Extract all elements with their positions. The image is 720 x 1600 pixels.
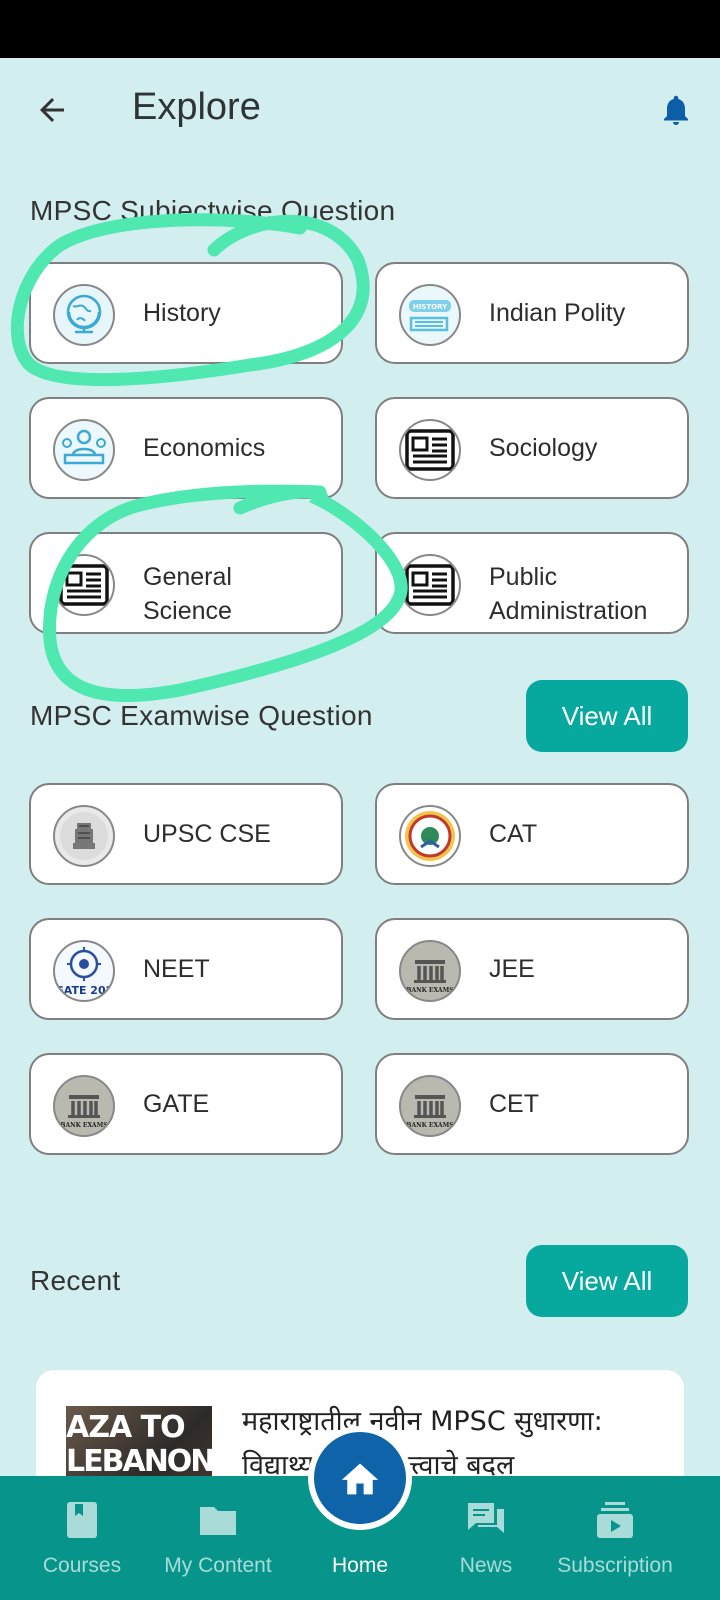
subscription-icon: [597, 1502, 633, 1538]
newspaper-icon: [399, 554, 461, 616]
subject-card-indian-polity[interactable]: HISTORY Indian Polity: [375, 262, 689, 364]
bank-icon: BANK EXAMS: [53, 1075, 115, 1137]
thumbnail-text-line1: AZA TO: [66, 1410, 186, 1445]
exam-card-jee[interactable]: BANK EXAMS JEE: [375, 918, 689, 1020]
folder-icon: [200, 1507, 236, 1535]
subject-card-history[interactable]: History: [29, 262, 343, 364]
bank-exams-text: BANK EXAMS: [406, 987, 453, 994]
subject-label: General Science: [143, 563, 232, 625]
nav-item-news[interactable]: News: [446, 1476, 526, 1600]
chat-icon: [468, 1503, 504, 1533]
thumbnail-text-line2: LEBANON: [66, 1444, 212, 1479]
nav-label: News: [459, 1554, 513, 1577]
svg-text:HISTORY: HISTORY: [413, 303, 448, 311]
examwise-view-all-button[interactable]: View All: [526, 680, 688, 752]
exam-card-cat[interactable]: CAT: [375, 783, 689, 885]
newspaper-icon: [53, 554, 115, 616]
exam-label: JEE: [489, 955, 535, 983]
exam-label: NEET: [143, 955, 210, 983]
recent-view-all-button[interactable]: View All: [526, 1245, 688, 1317]
subjectwise-section-title: MPSC Subjectwise Question: [30, 195, 396, 226]
page-title: Explore: [132, 86, 261, 128]
subject-label: Economics: [143, 434, 266, 462]
recent-section-title: Recent: [30, 1265, 121, 1296]
bank-exams-text: BANK EXAMS: [406, 1122, 453, 1129]
subject-card-economics[interactable]: Economics: [29, 397, 343, 499]
exam-card-cet[interactable]: BANK EXAMS CET: [375, 1053, 689, 1155]
history-book-icon: HISTORY: [399, 284, 461, 346]
gate-logo-icon: GATE 202: [53, 940, 115, 1002]
teacher-icon: [53, 419, 115, 481]
subject-label: History: [143, 299, 221, 327]
nav-item-my-content[interactable]: My Content: [152, 1476, 284, 1600]
book-icon: [67, 1502, 97, 1538]
bank-exams-text: BANK EXAMS: [60, 1122, 107, 1129]
nav-label: Home: [331, 1554, 389, 1577]
globe-icon: [53, 284, 115, 346]
article-title: महाराष्ट्रातील नवीन MPSC सुधारणा: विद्या…: [242, 1406, 603, 1481]
nav-label: My Content: [164, 1554, 272, 1577]
exam-label: GATE: [143, 1090, 210, 1118]
home-fab-button[interactable]: [308, 1426, 412, 1530]
exam-label: CAT: [489, 820, 538, 848]
subject-label: Indian Polity: [489, 299, 626, 327]
seal-icon: [399, 805, 461, 867]
nav-label: Subscription: [557, 1554, 673, 1577]
exam-label: UPSC CSE: [143, 820, 271, 848]
examwise-section-title: MPSC Examwise Question: [30, 700, 373, 731]
status-bar: [0, 0, 720, 58]
bank-icon: BANK EXAMS: [399, 940, 461, 1002]
home-icon: [341, 1463, 379, 1495]
exam-label: CET: [489, 1090, 539, 1118]
exam-card-gate[interactable]: BANK EXAMS GATE: [29, 1053, 343, 1155]
notifications-button[interactable]: [654, 88, 698, 132]
subject-card-sociology[interactable]: Sociology: [375, 397, 689, 499]
subject-card-general-science[interactable]: General Science: [29, 532, 343, 634]
back-button[interactable]: [30, 88, 74, 132]
subject-label: Sociology: [489, 434, 598, 462]
nav-item-courses[interactable]: Courses: [30, 1476, 134, 1600]
bell-icon: [664, 95, 688, 125]
nav-item-subscription[interactable]: Subscription: [548, 1476, 682, 1600]
subject-card-public-administration[interactable]: Public Administration: [375, 532, 689, 634]
app-header: Explore: [0, 58, 720, 158]
newspaper-icon: [399, 419, 461, 481]
bank-icon: BANK EXAMS: [399, 1075, 461, 1137]
gate-logo-text: GATE 202: [55, 984, 113, 997]
emblem-icon: [53, 805, 115, 867]
exam-card-upsc-cse[interactable]: UPSC CSE: [29, 783, 343, 885]
nav-label: Courses: [42, 1554, 122, 1577]
back-arrow-icon: [40, 98, 64, 122]
exam-card-neet[interactable]: GATE 202 NEET: [29, 918, 343, 1020]
subject-label: Public Administration: [489, 563, 648, 625]
